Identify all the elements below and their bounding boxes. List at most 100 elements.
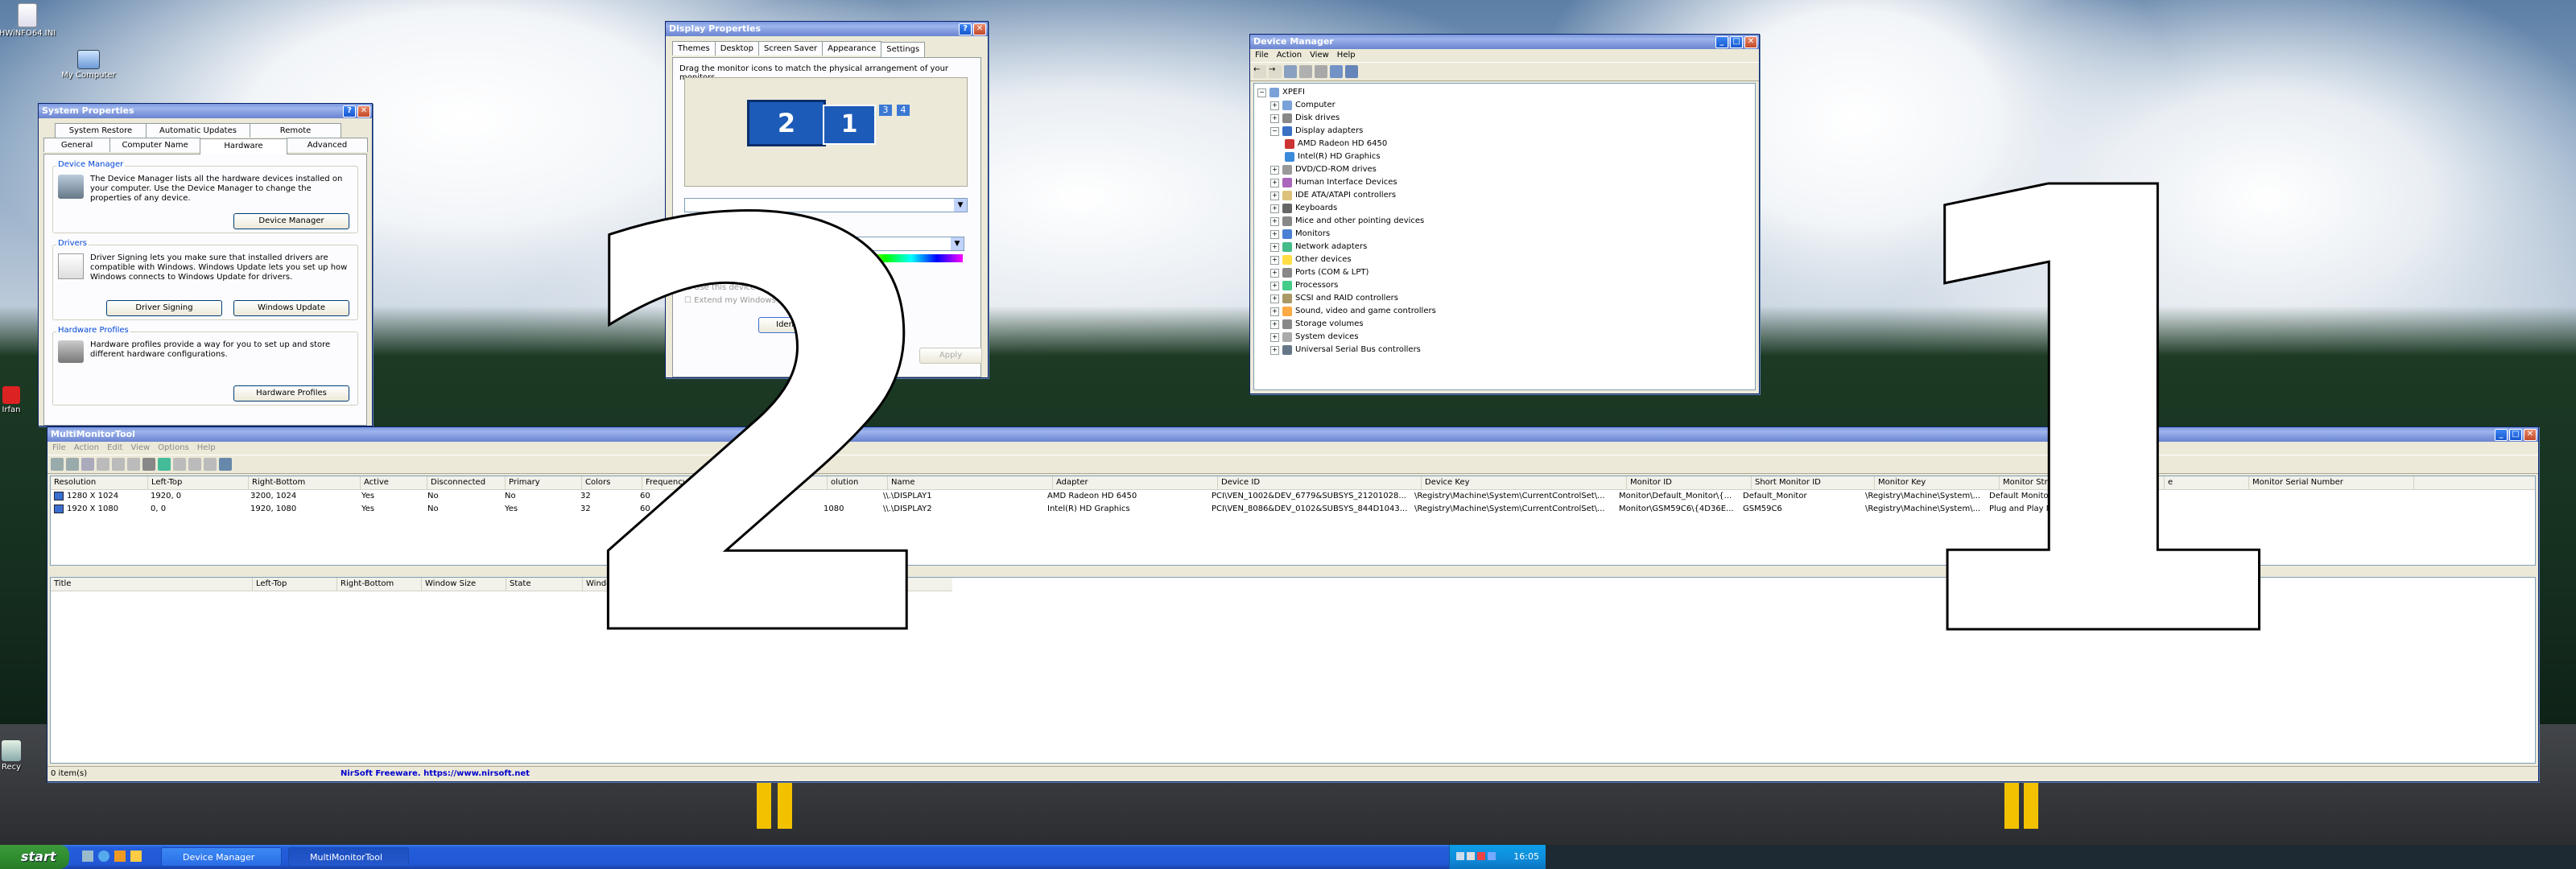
configure-icon[interactable] — [127, 458, 140, 471]
tree-item[interactable]: + IDE ATA/ATAPI controllers — [1257, 189, 1752, 202]
desktop-icon-my-computer[interactable]: My Computer — [56, 50, 121, 80]
tab-system-restore[interactable]: System Restore — [55, 123, 147, 138]
menu-file[interactable]: File — [52, 442, 66, 455]
properties-icon[interactable] — [1299, 65, 1312, 78]
print-icon[interactable] — [1315, 65, 1327, 78]
expand-icon[interactable]: + — [1270, 345, 1279, 355]
tab-general[interactable]: General — [43, 138, 111, 152]
task-device-manager[interactable]: Device Manager — [161, 847, 282, 867]
hardware-profiles-button[interactable]: Hardware Profiles — [233, 385, 349, 402]
help-icon[interactable] — [1330, 65, 1343, 78]
tree-item[interactable]: + Storage volumes — [1257, 318, 1752, 331]
expand-icon[interactable]: + — [1270, 294, 1279, 303]
maximize-button[interactable]: □ — [2509, 429, 2522, 441]
security-icon[interactable] — [1477, 852, 1485, 860]
menu-help[interactable]: Help — [1337, 49, 1356, 62]
collapse-icon[interactable]: − — [1270, 126, 1279, 136]
column-header[interactable]: Right-Bottom — [337, 578, 422, 591]
expand-icon[interactable]: + — [1270, 216, 1279, 226]
desktop-icon-recycle[interactable]: Recy — [0, 740, 43, 772]
windows-update-button[interactable]: Windows Update — [233, 300, 349, 316]
tree-item[interactable]: AMD Radeon HD 6450 — [1257, 138, 1752, 150]
volume-icon[interactable] — [1467, 852, 1475, 860]
column-header[interactable]: Short Monitor ID — [1752, 476, 1875, 489]
help-button[interactable]: ? — [959, 23, 972, 35]
menu-action[interactable]: Action — [1277, 49, 1302, 62]
menu-action[interactable]: Action — [74, 442, 99, 455]
system-properties-titlebar[interactable]: System Properties ? ✕ — [39, 104, 372, 118]
expand-icon[interactable]: + — [1270, 204, 1279, 213]
tree-item[interactable]: + System devices — [1257, 331, 1752, 344]
display-icon[interactable] — [1488, 852, 1496, 860]
media-icon[interactable] — [114, 850, 126, 862]
tab-computer-name[interactable]: Computer Name — [109, 138, 201, 152]
expand-icon[interactable]: + — [1270, 191, 1279, 200]
column-header[interactable]: Right-Bottom — [249, 476, 361, 489]
driver-signing-button[interactable]: Driver Signing — [106, 300, 222, 316]
column-header[interactable]: Left-Top — [148, 476, 249, 489]
tree-item[interactable]: + DVD/CD-ROM drives — [1257, 163, 1752, 176]
tree-item[interactable]: + Other devices — [1257, 253, 1752, 266]
tab-hardware[interactable]: Hardware — [200, 138, 287, 154]
show-desktop-icon[interactable] — [82, 850, 93, 862]
column-header[interactable]: Adapter — [1053, 476, 1218, 489]
refresh-icon[interactable] — [158, 458, 171, 471]
menu-view[interactable]: View — [1310, 49, 1329, 62]
column-header[interactable]: Disconnected — [427, 476, 506, 489]
save-icon[interactable] — [142, 458, 155, 471]
collapse-icon[interactable]: − — [1257, 88, 1266, 97]
tree-item[interactable]: + Mice and other pointing devices — [1257, 215, 1752, 228]
tab-advanced[interactable]: Advanced — [287, 138, 368, 152]
column-header[interactable]: Left-Top — [253, 578, 337, 591]
expand-icon[interactable]: + — [1270, 165, 1279, 175]
column-header[interactable]: Device Key — [1422, 476, 1627, 489]
network-icon[interactable] — [1456, 852, 1464, 860]
tree-item[interactable]: + Disk drives — [1257, 112, 1752, 125]
desktop-icon-irfanview[interactable]: Irfan — [0, 386, 43, 414]
close-button[interactable]: ✕ — [357, 105, 370, 117]
expand-icon[interactable]: + — [1270, 101, 1279, 110]
column-header[interactable]: Device ID — [1218, 476, 1422, 489]
move-window-icon[interactable] — [112, 458, 125, 471]
tree-item[interactable]: + Monitors — [1257, 228, 1752, 241]
expand-icon[interactable]: + — [1270, 229, 1279, 239]
column-header[interactable]: Resolution — [51, 476, 148, 489]
tab-settings[interactable]: Settings — [881, 42, 926, 58]
find-icon[interactable] — [204, 458, 217, 471]
expand-icon[interactable]: + — [1270, 113, 1279, 123]
display-properties-titlebar[interactable]: Display Properties ? ✕ — [666, 22, 988, 36]
tree-item[interactable]: + Keyboards — [1257, 202, 1752, 215]
menu-options[interactable]: Options — [158, 442, 189, 455]
expand-icon[interactable]: + — [1270, 178, 1279, 187]
copy-icon[interactable] — [173, 458, 186, 471]
tree-item[interactable]: + Ports (COM & LPT) — [1257, 266, 1752, 279]
menu-edit[interactable]: Edit — [107, 442, 122, 455]
console-icon[interactable] — [1284, 65, 1297, 78]
move-windows-icon[interactable] — [97, 458, 109, 471]
desktop-icon-ini[interactable]: HWiNFO64.INI — [0, 3, 60, 38]
tree-item[interactable]: + Computer — [1257, 99, 1752, 112]
expand-icon[interactable]: + — [1270, 281, 1279, 290]
exit-icon[interactable] — [219, 458, 232, 471]
tab-screen-saver[interactable]: Screen Saver — [758, 41, 824, 56]
column-header[interactable]: Title — [51, 578, 253, 591]
menu-file[interactable]: File — [1255, 49, 1269, 62]
column-header[interactable]: Monitor ID — [1627, 476, 1752, 489]
tree-item[interactable]: + Processors — [1257, 279, 1752, 292]
start-button[interactable]: start — [0, 845, 69, 869]
close-button[interactable]: ✕ — [1744, 36, 1757, 48]
tree-item[interactable]: + Human Interface Devices — [1257, 176, 1752, 189]
scan-icon[interactable] — [1345, 65, 1358, 78]
tab-themes[interactable]: Themes — [672, 41, 716, 56]
task-multimonitortool[interactable]: MultiMonitorTool — [288, 847, 409, 867]
menu-help[interactable]: Help — [197, 442, 216, 455]
close-button[interactable]: ✕ — [2524, 429, 2537, 441]
tab-automatic-updates[interactable]: Automatic Updates — [146, 123, 250, 138]
minimize-button[interactable]: _ — [2495, 429, 2508, 441]
tab-desktop[interactable]: Desktop — [714, 41, 759, 56]
browser-icon[interactable] — [98, 850, 109, 862]
column-header[interactable]: Active — [361, 476, 427, 489]
menu-view[interactable]: View — [130, 442, 150, 455]
primary-monitor-icon[interactable] — [81, 458, 94, 471]
forward-icon[interactable]: → — [1269, 65, 1282, 78]
